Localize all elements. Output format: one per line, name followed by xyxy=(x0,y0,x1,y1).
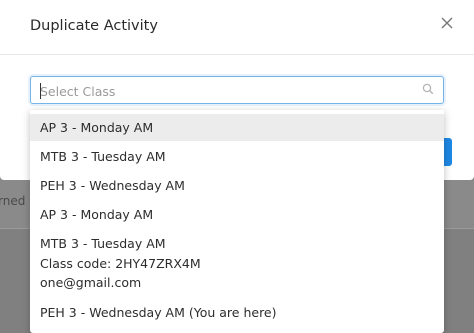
dropdown-option[interactable]: PEH 3 - Wednesday AM xyxy=(30,173,444,200)
confirm-button[interactable] xyxy=(444,138,452,166)
class-dropdown-menu: AP 3 - Monday AM MTB 3 - Tuesday AM PEH … xyxy=(30,110,444,333)
option-label: PEH 3 - Wednesday AM (You are here) xyxy=(40,305,277,320)
class-search-input[interactable] xyxy=(40,81,410,101)
search-icon xyxy=(422,83,434,95)
option-label: MTB 3 - Tuesday AM xyxy=(40,236,166,251)
background-text: rned xyxy=(0,194,26,208)
option-label: AP 3 - Monday AM xyxy=(40,207,154,222)
class-select[interactable] xyxy=(30,76,444,104)
dropdown-option[interactable]: MTB 3 - Tuesday AM Class code: 2HY47ZRX4… xyxy=(30,231,444,298)
option-label: AP 3 - Monday AM xyxy=(40,120,154,135)
dropdown-option[interactable]: MTB 3 - Tuesday AM xyxy=(30,144,444,171)
close-icon xyxy=(441,17,453,29)
option-label: PEH 3 - Wednesday AM xyxy=(40,178,185,193)
option-email: one@gmail.com xyxy=(40,275,142,290)
modal-header: Duplicate Activity xyxy=(0,0,474,55)
close-button[interactable] xyxy=(436,12,458,34)
dropdown-option[interactable]: AP 3 - Monday AM xyxy=(30,114,444,141)
modal-title: Duplicate Activity xyxy=(30,18,158,34)
text-cursor xyxy=(40,83,41,99)
option-class-code: Class code: 2HY47ZRX4M xyxy=(40,255,201,271)
option-label: MTB 3 - Tuesday AM xyxy=(40,149,166,164)
dropdown-option[interactable]: PEH 3 - Wednesday AM (You are here) xyxy=(30,300,444,327)
dropdown-option[interactable]: AP 3 - Monday AM xyxy=(30,202,444,229)
